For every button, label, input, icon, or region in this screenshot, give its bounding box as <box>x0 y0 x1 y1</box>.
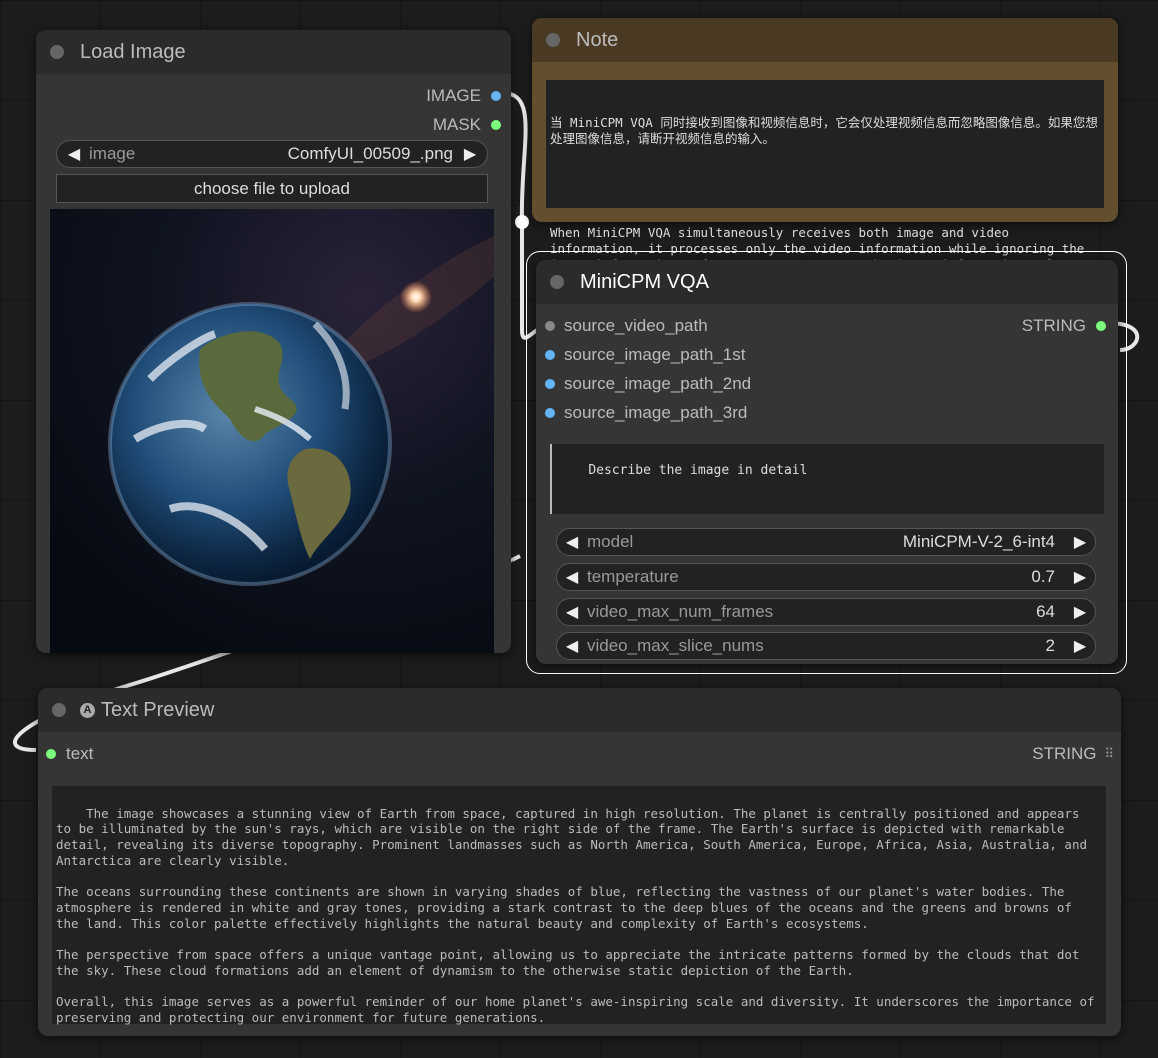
image-widget-label: image <box>89 144 136 163</box>
arrow-left-icon[interactable]: ◀ <box>63 144 85 164</box>
output-mask-label: MASK <box>432 115 481 134</box>
minicpm-title: MiniCPM VQA <box>580 270 709 293</box>
load-image-title: Load Image <box>80 40 186 63</box>
minicpm-title-bar[interactable]: MiniCPM VQA <box>536 260 1118 304</box>
image-slot-dot-icon[interactable] <box>545 408 555 418</box>
output-string-slot[interactable]: STRING <box>1022 316 1106 336</box>
widget-label: model <box>587 532 634 551</box>
image-slot-dot-icon[interactable] <box>545 350 555 360</box>
temperature-number-widget[interactable]: ◀ temperature 0.7 ▶ <box>556 563 1096 591</box>
image-slot-dot-icon[interactable] <box>545 379 555 389</box>
output-string-label: STRING <box>1032 744 1097 763</box>
output-string-label: STRING <box>1021 316 1086 335</box>
note-title-bar[interactable]: Note <box>532 18 1118 62</box>
text-preview-title-bar[interactable]: A Text Preview <box>38 688 1121 732</box>
input-label: source_image_path_1st <box>564 345 746 364</box>
arrow-left-icon[interactable]: ◀ <box>561 532 583 552</box>
input-source-image-path-1st[interactable]: source_image_path_1st <box>545 345 745 365</box>
image-combo-widget[interactable]: ◀ image ComfyUI_00509_.png ▶ <box>56 140 488 168</box>
mask-slot-dot-icon[interactable] <box>491 120 501 130</box>
text-slot-dot-icon[interactable] <box>46 749 56 759</box>
note-title: Note <box>576 28 619 51</box>
note-textarea[interactable]: 当 MiniCPM VQA 同时接收到图像和视频信息时，它会仅处理视频信息而忽略… <box>546 80 1104 288</box>
input-source-video-path[interactable]: source_video_path <box>545 316 708 336</box>
arrow-left-icon[interactable]: ◀ <box>561 602 583 622</box>
output-image-label: IMAGE <box>426 86 481 105</box>
output-mask-slot[interactable]: MASK <box>433 115 501 135</box>
preview-textarea[interactable]: The image showcases a stunning view of E… <box>52 786 1106 1025</box>
link-reroute-dot <box>515 215 529 229</box>
collapse-dot-icon[interactable] <box>50 45 64 59</box>
video-max-num-frames-widget[interactable]: ◀ video_max_num_frames 64 ▶ <box>556 598 1096 626</box>
arrow-right-icon[interactable]: ▶ <box>459 144 481 164</box>
input-source-image-path-2nd[interactable]: source_image_path_2nd <box>545 374 751 394</box>
arrow-right-icon[interactable]: ▶ <box>1069 636 1091 656</box>
video-slot-dot-icon[interactable] <box>545 321 555 331</box>
widget-value: 64 <box>1036 602 1055 621</box>
video-max-slice-nums-widget[interactable]: ◀ video_max_slice_nums 2 ▶ <box>556 632 1096 660</box>
widget-value: 0.7 <box>1031 567 1055 586</box>
input-text-slot[interactable]: text <box>46 744 93 764</box>
collapse-dot-icon[interactable] <box>550 275 564 289</box>
minicpm-vqa-node[interactable]: MiniCPM VQA source_video_path source_ima… <box>536 260 1118 664</box>
note-text-zh: 当 MiniCPM VQA 同时接收到图像和视频信息时，它会仅处理视频信息而忽略… <box>550 115 1098 146</box>
arrow-right-icon[interactable]: ▶ <box>1069 567 1091 587</box>
load-image-title-bar[interactable]: Load Image <box>36 30 511 74</box>
collapse-dot-icon[interactable] <box>546 33 560 47</box>
string-slot-dot-icon[interactable] <box>1096 321 1106 331</box>
input-text-label: text <box>66 744 94 763</box>
load-image-node[interactable]: Load Image IMAGE MASK ◀ image ComfyUI_00… <box>36 30 511 653</box>
arrow-right-icon[interactable]: ▶ <box>1069 532 1091 552</box>
input-source-image-path-3rd[interactable]: source_image_path_3rd <box>545 403 747 423</box>
arrow-left-icon[interactable]: ◀ <box>561 636 583 656</box>
output-image-slot[interactable]: IMAGE <box>426 86 501 106</box>
image-widget-value: ComfyUI_00509_.png <box>287 144 453 163</box>
collapse-dot-icon[interactable] <box>52 703 66 717</box>
upload-button[interactable]: choose file to upload <box>56 174 488 203</box>
widget-value: 2 <box>1045 636 1055 655</box>
arrow-left-icon[interactable]: ◀ <box>561 567 583 587</box>
input-label: source_video_path <box>564 316 708 335</box>
grid-icon[interactable]: ⠿ <box>1104 746 1113 762</box>
widget-value: MiniCPM-V-2_6-int4 <box>902 532 1055 551</box>
prompt-text: Describe the image in detail <box>588 463 808 478</box>
widget-label: video_max_num_frames <box>587 602 774 621</box>
image-preview <box>50 209 494 653</box>
note-node[interactable]: Note 当 MiniCPM VQA 同时接收到图像和视频信息时，它会仅处理视频… <box>532 18 1118 288</box>
node-badge-icon: A <box>80 702 95 718</box>
model-combo-widget[interactable]: ◀ model MiniCPM-V-2_6-int4 ▶ <box>556 528 1096 556</box>
text-preview-node[interactable]: A Text Preview text STRING ⠿ The image s… <box>38 688 1121 1036</box>
input-label: source_image_path_2nd <box>564 374 752 393</box>
text-preview-title: Text Preview <box>101 698 215 721</box>
arrow-right-icon[interactable]: ▶ <box>1069 602 1091 622</box>
upload-button-label: choose file to upload <box>194 178 350 198</box>
widget-label: video_max_slice_nums <box>587 636 764 655</box>
link-canvas-line <box>511 554 521 562</box>
image-slot-dot-icon[interactable] <box>491 91 501 101</box>
input-label: source_image_path_3rd <box>564 403 748 422</box>
output-string-slot[interactable]: STRING ⠿ <box>1032 744 1114 764</box>
prompt-textarea[interactable]: Describe the image in detail <box>550 444 1104 514</box>
widget-label: temperature <box>587 567 679 586</box>
preview-text: The image showcases a stunning view of E… <box>56 805 1095 1025</box>
